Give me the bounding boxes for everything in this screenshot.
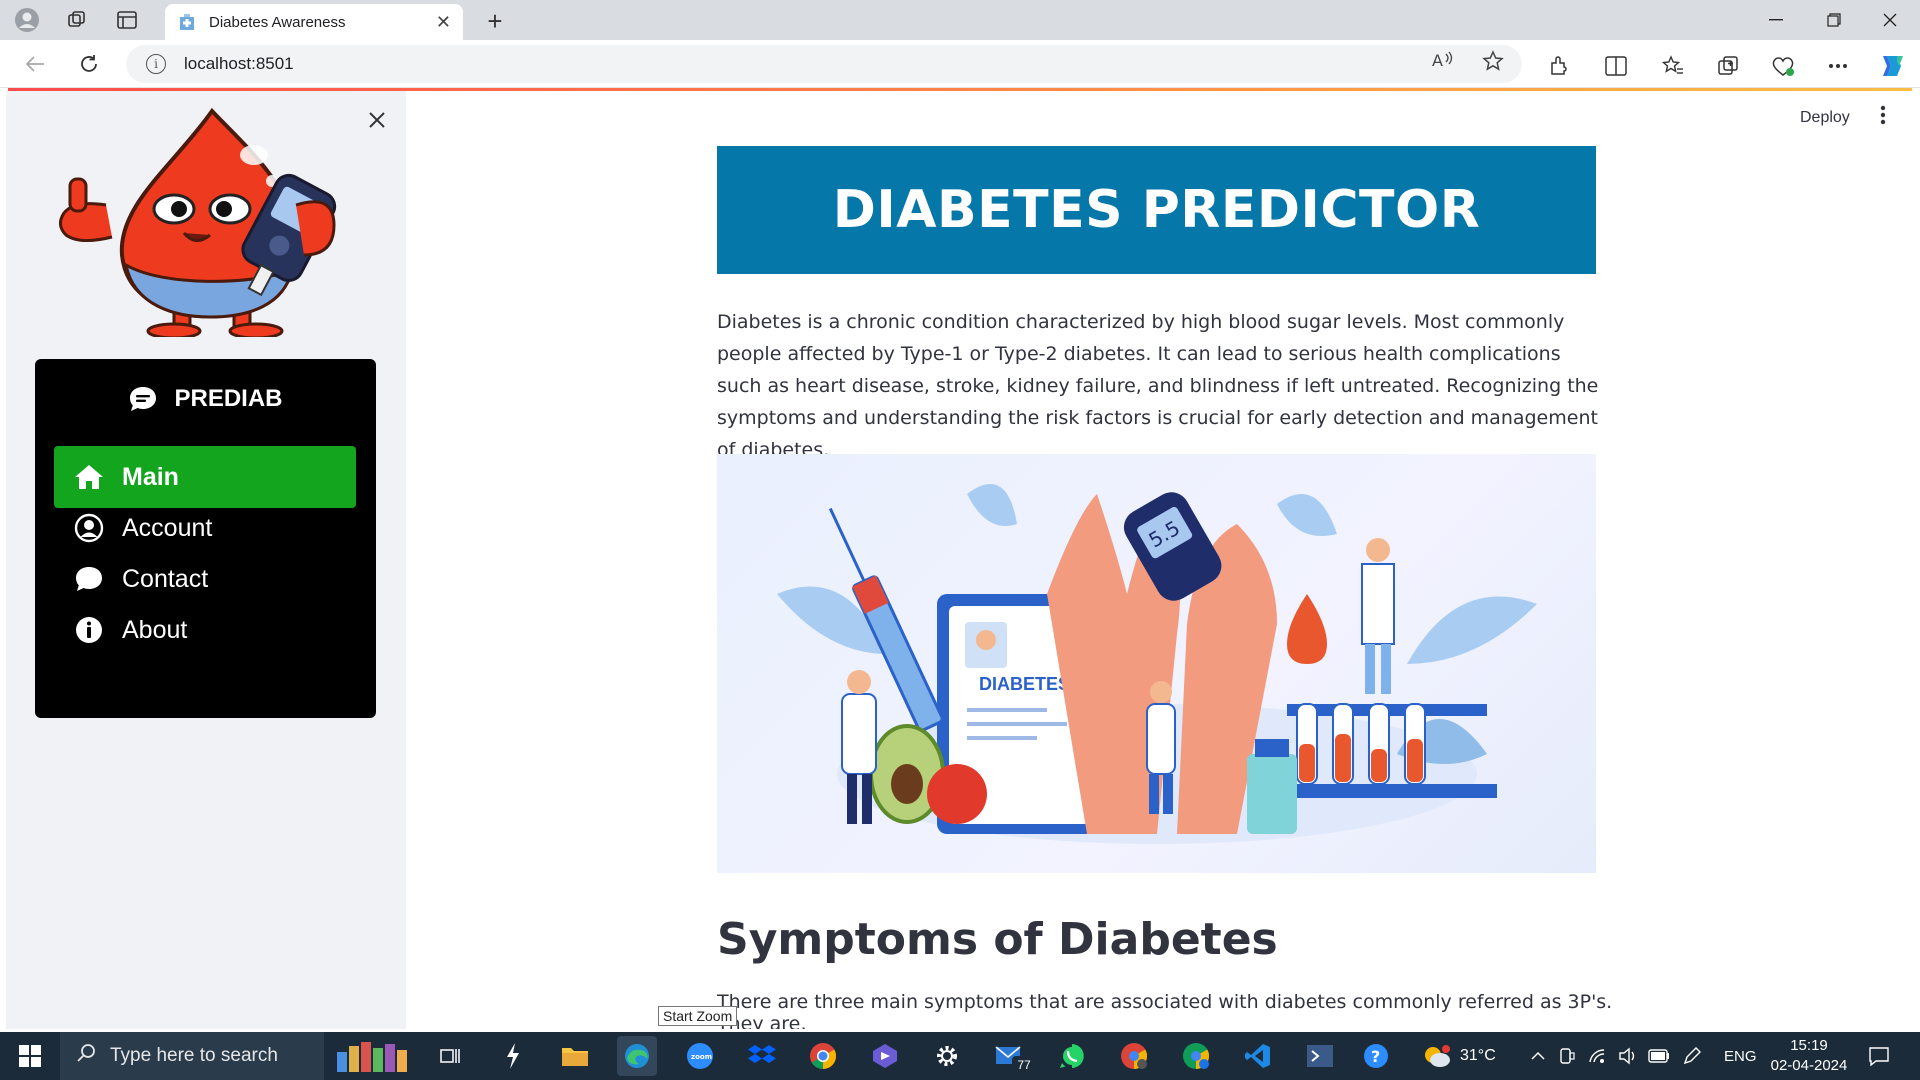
- back-icon[interactable]: [18, 48, 52, 80]
- tab-close-icon[interactable]: ✕: [436, 12, 451, 33]
- refresh-icon[interactable]: [72, 48, 106, 80]
- hospital-favicon-icon: [180, 14, 194, 30]
- windows-start-button[interactable]: [0, 1032, 60, 1080]
- vscode-icon[interactable]: [1238, 1036, 1278, 1076]
- svg-text:A: A: [1432, 51, 1443, 70]
- svg-text:zoom: zoom: [691, 1053, 712, 1061]
- zoom-app-icon[interactable]: zoom: [680, 1036, 720, 1076]
- file-explorer-icon[interactable]: [555, 1036, 595, 1076]
- lightning-app-icon[interactable]: [493, 1036, 533, 1076]
- split-screen-icon[interactable]: [1600, 52, 1632, 80]
- hero-title: DIABETES PREDICTOR: [832, 180, 1481, 240]
- mail-badge: 77: [1012, 1056, 1036, 1074]
- vertical-tabs-icon[interactable]: [112, 5, 142, 35]
- dropbox-icon[interactable]: [742, 1036, 782, 1076]
- windows-logo-icon: [19, 1045, 41, 1067]
- settings-gear-icon[interactable]: [927, 1036, 967, 1076]
- site-info-icon[interactable]: i: [146, 54, 166, 74]
- copilot-icon[interactable]: [1877, 52, 1909, 80]
- extensions-icon[interactable]: [1543, 52, 1575, 80]
- clock-date: 02-04-2024: [1770, 1057, 1848, 1074]
- svg-text:?: ?: [1371, 1047, 1380, 1066]
- info-icon: [76, 617, 102, 643]
- tooltip: Start Zoom: [658, 1006, 738, 1026]
- url-field[interactable]: i localhost:8501: [126, 45, 1522, 83]
- main-content: Deploy DIABETES PREDICTOR Diabetes is a …: [406, 91, 1920, 1029]
- restore-icon[interactable]: [1806, 0, 1862, 40]
- settings-more-icon[interactable]: [1822, 52, 1854, 80]
- workspaces-icon[interactable]: [62, 5, 92, 35]
- collections-icon[interactable]: [1712, 52, 1744, 80]
- clock[interactable]: 15:19 02-04-2024: [1768, 1032, 1850, 1080]
- system-tray-icons[interactable]: [1530, 1032, 1702, 1080]
- whatsapp-icon[interactable]: [1052, 1036, 1092, 1076]
- tab-title: Diabetes Awareness: [209, 13, 346, 31]
- sidebar-item-label: About: [122, 615, 188, 644]
- battery-icon: [1648, 1049, 1669, 1063]
- weather-temperature: 31°C: [1460, 1047, 1496, 1064]
- sidebar: PREDIAB Main Account Contact About: [6, 91, 406, 1029]
- notifications-icon[interactable]: [1868, 1032, 1890, 1080]
- help-icon[interactable]: ?: [1356, 1036, 1396, 1076]
- pen-icon: [1683, 1047, 1701, 1065]
- read-aloud-icon[interactable]: A: [1432, 50, 1454, 76]
- chrome-second-profile-icon[interactable]: [1176, 1036, 1216, 1076]
- navigation-menu: PREDIAB Main Account Contact About: [35, 359, 376, 718]
- browser-tab-active[interactable]: Diabetes Awareness ✕: [165, 4, 463, 40]
- chrome-icon[interactable]: [803, 1036, 843, 1076]
- chevron-up-icon: [1531, 1051, 1545, 1060]
- diabetes-illustration-image: DIABETES 5.5: [717, 454, 1596, 873]
- terminal-app-icon[interactable]: [1300, 1036, 1340, 1076]
- books-widget-icon[interactable]: [330, 1036, 416, 1076]
- new-tab-button[interactable]: +: [480, 6, 510, 37]
- clock-time: 15:19: [1790, 1037, 1828, 1054]
- language-indicator[interactable]: ENG: [1724, 1032, 1757, 1080]
- profile-icon[interactable]: [12, 5, 42, 35]
- home-icon: [75, 465, 103, 489]
- volume-icon: [1619, 1047, 1635, 1065]
- favorites-icon[interactable]: [1657, 52, 1689, 80]
- search-icon: [76, 1043, 96, 1069]
- task-view-icon[interactable]: [430, 1036, 470, 1076]
- sidebar-item-about[interactable]: About: [54, 599, 356, 661]
- url-text: localhost:8501: [184, 54, 294, 73]
- chat-dots-icon: [130, 387, 157, 411]
- address-bar-row: i localhost:8501 A: [0, 40, 1920, 88]
- menu-title: PREDIAB: [35, 385, 376, 413]
- weather-widget[interactable]: 31°C: [1422, 1032, 1496, 1080]
- chrome-profile-icon[interactable]: [1114, 1036, 1154, 1076]
- blood-drop-mascot-logo: [59, 107, 337, 337]
- window-close-icon[interactable]: [1862, 0, 1918, 40]
- menu-title-text: PREDIAB: [174, 385, 283, 412]
- sidebar-item-label: Account: [122, 513, 213, 542]
- section-paragraph: There are three main symptoms that are a…: [717, 991, 1613, 1029]
- sidebar-item-label: Main: [122, 462, 179, 491]
- search-placeholder: Type here to search: [110, 1045, 278, 1066]
- taskbar-search-box[interactable]: Type here to search: [60, 1032, 324, 1080]
- weather-icon: [1425, 1045, 1450, 1067]
- illustration-label: DIABETES: [979, 674, 1070, 694]
- browser-essentials-icon[interactable]: [1767, 52, 1799, 80]
- edge-browser-icon[interactable]: [617, 1036, 657, 1076]
- section-heading: Symptoms of Diabetes: [717, 914, 1278, 965]
- sidebar-item-label: Contact: [122, 564, 209, 593]
- minimize-icon[interactable]: [1748, 0, 1804, 40]
- user-circle-icon: [74, 513, 104, 543]
- clipchamp-icon[interactable]: [865, 1036, 905, 1076]
- hero-banner: DIABETES PREDICTOR: [717, 146, 1596, 274]
- meet-now-icon: [1560, 1048, 1575, 1064]
- deploy-button[interactable]: Deploy: [1800, 109, 1850, 127]
- main-menu-icon[interactable]: [1880, 105, 1886, 131]
- chat-bubble-icon: [76, 567, 102, 591]
- intro-paragraph: Diabetes is a chronic condition characte…: [717, 311, 1599, 461]
- wifi-icon: [1589, 1049, 1605, 1063]
- favorite-star-icon[interactable]: [1482, 50, 1504, 78]
